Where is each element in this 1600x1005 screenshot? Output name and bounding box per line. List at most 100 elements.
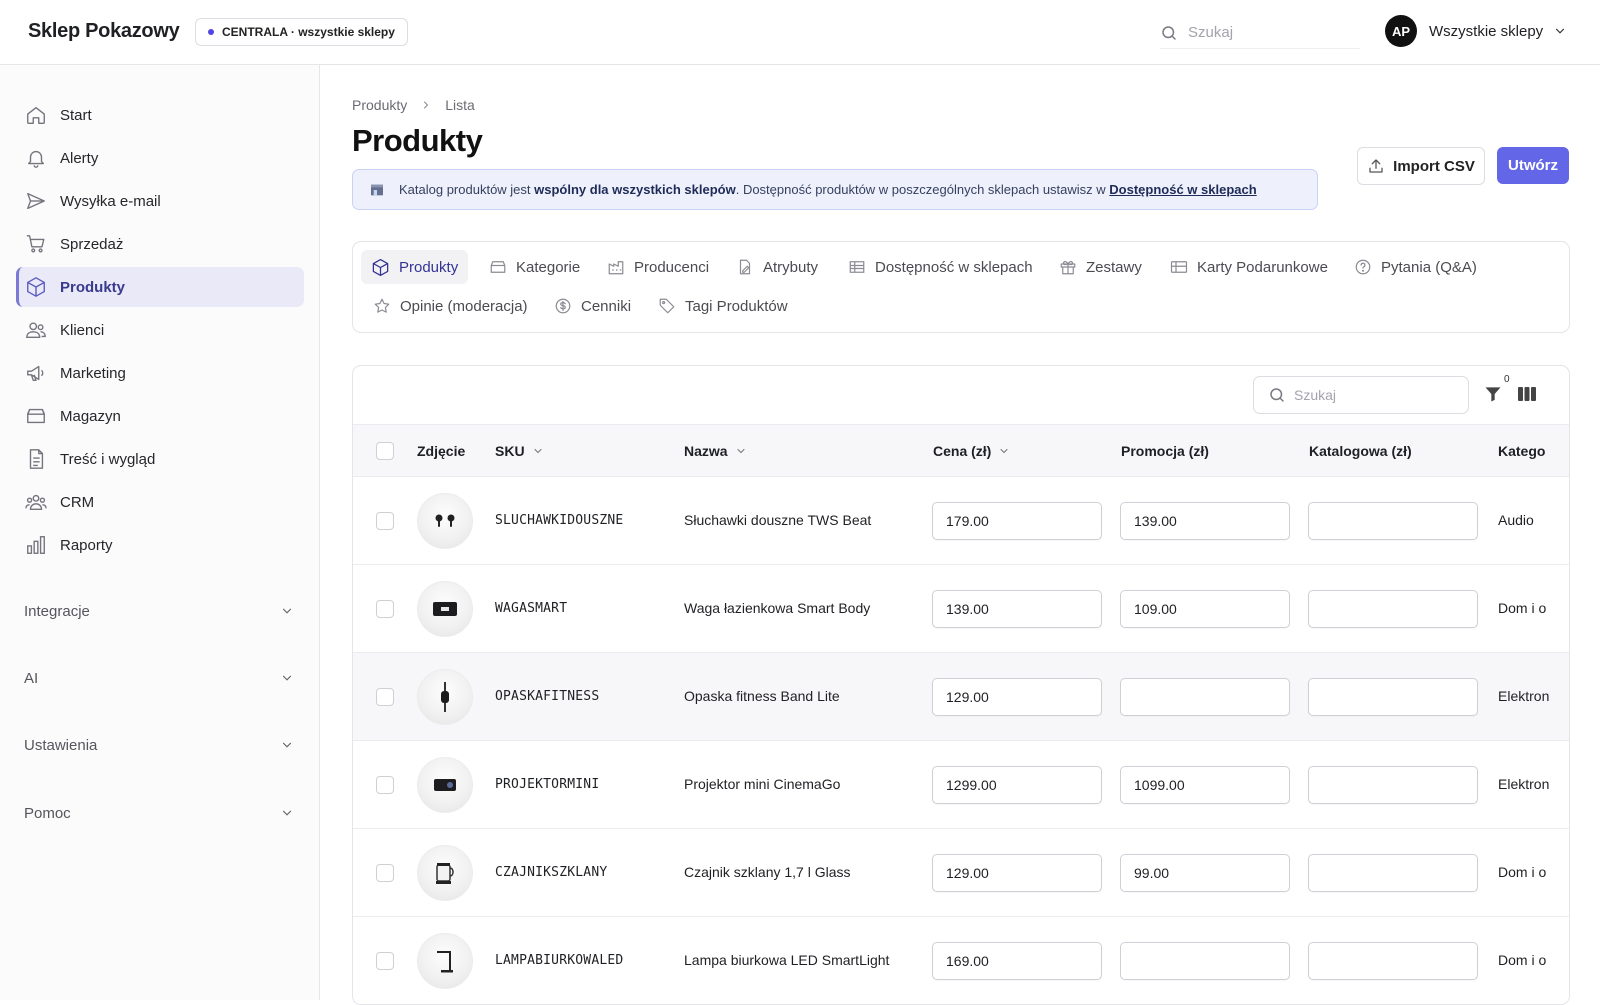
global-search[interactable] (1160, 17, 1360, 49)
store-selector[interactable]: AP Wszystkie sklepy (1385, 15, 1567, 47)
sidebar-item-label: Marketing (60, 364, 126, 382)
row-checkbox[interactable] (376, 512, 394, 530)
product-name[interactable]: Czajnik szklany 1,7 l Glass (684, 864, 851, 880)
column-header-price[interactable]: Cena (zł) (933, 443, 1010, 459)
product-name[interactable]: Lampa biurkowa LED SmartLight (684, 952, 889, 968)
sidebar-item-sales[interactable]: Sprzedaż (16, 224, 304, 264)
table-row[interactable]: WAGASMART Waga łazienkowa Smart Body Dom… (353, 565, 1569, 653)
sidebar-item-marketing[interactable]: Marketing (16, 353, 304, 393)
sidebar-item-customers[interactable]: Klienci (16, 310, 304, 350)
row-checkbox[interactable] (376, 600, 394, 618)
product-thumbnail[interactable] (417, 493, 473, 549)
table-icon (849, 261, 865, 273)
tab-attributes[interactable]: Atrybuty (726, 250, 828, 284)
search-icon (1268, 386, 1286, 404)
promo-price-input[interactable] (1120, 590, 1290, 628)
sidebar-item-start[interactable]: Start (16, 95, 304, 135)
promo-price-input[interactable] (1120, 502, 1290, 540)
table-search[interactable] (1253, 376, 1469, 414)
tab-manufacturers[interactable]: Producenci (597, 250, 719, 284)
sidebar-item-reports[interactable]: Raporty (16, 525, 304, 565)
table-row[interactable]: SLUCHAWKIDOUSZNE Słuchawki douszne TWS B… (353, 477, 1569, 565)
promo-price-input[interactable] (1120, 766, 1290, 804)
box-icon (25, 276, 47, 298)
product-category: Audio (1498, 512, 1534, 528)
tab-store-availability[interactable]: Dostępność w sklepach (838, 250, 1043, 284)
column-header-sku[interactable]: SKU (495, 443, 544, 459)
product-thumbnail[interactable] (417, 757, 473, 813)
sidebar-section-label: Pomoc (24, 804, 71, 822)
row-checkbox[interactable] (376, 952, 394, 970)
import-csv-button[interactable]: Import CSV (1357, 147, 1485, 185)
chevron-down-icon (280, 671, 294, 685)
table-row[interactable]: OPASKAFITNESS Opaska fitness Band Lite E… (353, 653, 1569, 741)
table-search-input[interactable] (1294, 387, 1454, 403)
price-input[interactable] (932, 590, 1102, 628)
row-checkbox[interactable] (376, 776, 394, 794)
avatar[interactable]: AP (1385, 15, 1417, 47)
tab-products[interactable]: Produkty (361, 250, 469, 284)
promo-price-input[interactable] (1120, 678, 1290, 716)
sidebar-section-settings[interactable]: Ustawienia (24, 730, 294, 760)
sidebar-section-help[interactable]: Pomoc (24, 798, 294, 828)
price-input[interactable] (932, 678, 1102, 716)
product-thumbnail[interactable] (417, 845, 473, 901)
tab-categories[interactable]: Kategorie (479, 250, 590, 284)
catalog-price-input[interactable] (1308, 942, 1478, 980)
catalog-price-input[interactable] (1308, 854, 1478, 892)
catalog-price-input[interactable] (1308, 766, 1478, 804)
sidebar-item-alerts[interactable]: Alerty (16, 138, 304, 178)
tab-gift-cards[interactable]: Karty Podarunkowe (1160, 250, 1338, 284)
product-name[interactable]: Słuchawki douszne TWS Beat (684, 512, 871, 528)
sidebar-item-products[interactable]: Produkty (16, 267, 304, 307)
create-button[interactable]: Utwórz (1497, 147, 1569, 184)
sidebar-section-label: Ustawienia (24, 736, 98, 754)
column-header-name[interactable]: Nazwa (684, 443, 747, 459)
sidebar-section-integrations[interactable]: Integracje (24, 596, 294, 626)
sidebar-item-warehouse[interactable]: Magazyn (16, 396, 304, 436)
filter-icon[interactable] (1483, 384, 1503, 404)
availability-link[interactable]: Dostępność w sklepach (1109, 182, 1256, 197)
sidebar-item-content[interactable]: Treść i wygląd (16, 439, 304, 479)
promo-price-input[interactable] (1120, 854, 1290, 892)
product-thumbnail[interactable] (417, 581, 473, 637)
tab-bundles[interactable]: Zestawy (1049, 250, 1152, 284)
price-input[interactable] (932, 502, 1102, 540)
sidebar-item-crm[interactable]: CRM (16, 482, 304, 522)
product-name[interactable]: Opaska fitness Band Lite (684, 688, 840, 704)
sidebar-item-email[interactable]: Wysyłka e-mail (16, 181, 304, 221)
table-row[interactable]: LAMPABIURKOWALED Lampa biurkowa LED Smar… (353, 917, 1569, 1004)
table-row[interactable]: PROJEKTORMINI Projektor mini CinemaGo El… (353, 741, 1569, 829)
columns-icon[interactable] (1517, 385, 1537, 403)
table-row[interactable]: CZAJNIKSZKLANY Czajnik szklany 1,7 l Gla… (353, 829, 1569, 917)
tab-qa[interactable]: Pytania (Q&A) (1344, 250, 1487, 284)
projector-image (434, 779, 456, 791)
promo-price-input[interactable] (1120, 942, 1290, 980)
product-category: Elektron (1498, 776, 1550, 792)
desk-lamp-image (437, 951, 453, 973)
price-input[interactable] (932, 854, 1102, 892)
product-name[interactable]: Waga łazienkowa Smart Body (684, 600, 870, 616)
global-search-input[interactable] (1188, 24, 1338, 41)
price-input[interactable] (932, 942, 1102, 980)
breadcrumb-item-products[interactable]: Produkty (352, 97, 407, 113)
tab-product-tags[interactable]: Tagi Produktów (648, 289, 798, 323)
product-thumbnail[interactable] (417, 669, 473, 725)
price-input[interactable] (932, 766, 1102, 804)
catalog-price-input[interactable] (1308, 678, 1478, 716)
row-checkbox[interactable] (376, 864, 394, 882)
select-all-checkbox[interactable] (376, 442, 394, 460)
sidebar: Start Alerty Wysyłka e-mail Sprzedaż Pro… (0, 65, 320, 1000)
tab-reviews[interactable]: Opinie (moderacja) (363, 289, 538, 323)
catalog-price-input[interactable] (1308, 502, 1478, 540)
sidebar-section-ai[interactable]: AI (24, 663, 294, 693)
store-badge[interactable]: CENTRALA · wszystkie sklepy (195, 18, 408, 46)
status-dot (208, 29, 214, 35)
row-checkbox[interactable] (376, 688, 394, 706)
product-thumbnail[interactable] (417, 933, 473, 989)
catalog-price-input[interactable] (1308, 590, 1478, 628)
main-content: Produkty Lista Produkty Katalog produktó… (321, 65, 1600, 1005)
product-name[interactable]: Projektor mini CinemaGo (684, 776, 840, 792)
tab-price-lists[interactable]: Cenniki (544, 289, 641, 323)
sidebar-section-label: AI (24, 669, 39, 687)
